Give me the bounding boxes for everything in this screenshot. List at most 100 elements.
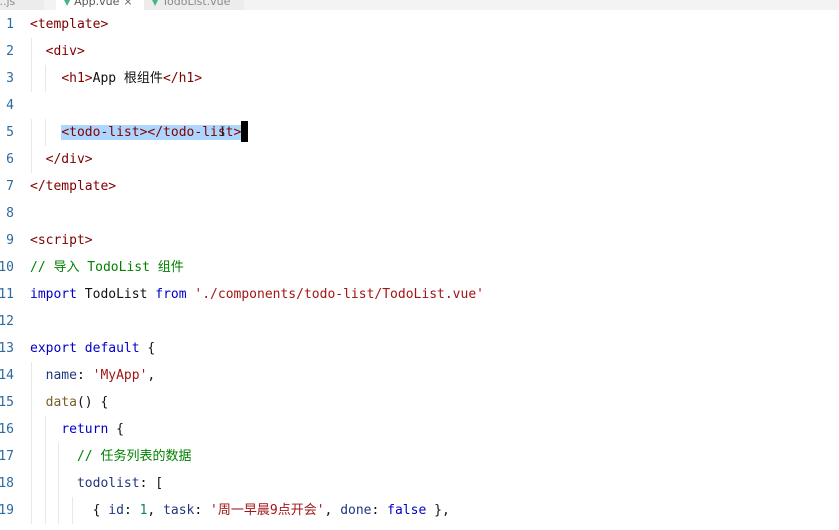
code-line[interactable]: 3 <h1>App 根组件</h1> bbox=[0, 65, 839, 92]
code-token: : bbox=[194, 503, 211, 518]
code-token: <h1> bbox=[61, 71, 93, 86]
code-text: <todo-list></todo-list> bbox=[30, 119, 249, 146]
code-token: }, bbox=[426, 503, 450, 518]
code-text: // 导入 TodoList 组件 bbox=[30, 254, 184, 281]
line-number: 15 bbox=[0, 395, 14, 410]
text-cursor bbox=[241, 121, 249, 142]
code-token: from bbox=[155, 287, 187, 302]
code-text: export default { bbox=[30, 335, 155, 362]
code-token: return bbox=[61, 422, 109, 437]
code-line[interactable]: 11 import TodoList from './components/tod… bbox=[0, 281, 839, 308]
code-line[interactable]: 5 <todo-list></todo-list> I bbox=[0, 119, 839, 146]
code-line[interactable]: 13 export default { bbox=[0, 335, 839, 362]
line-number: 11 bbox=[0, 287, 14, 302]
code-token: task bbox=[163, 503, 195, 518]
tab-bar: ...js ▼App.vue× ▼TodoList.vue bbox=[0, 0, 839, 10]
code-token: , bbox=[324, 503, 341, 518]
code-text: <div> bbox=[30, 38, 85, 65]
code-text: data() { bbox=[30, 389, 109, 416]
code-line[interactable]: 7 </template> bbox=[0, 173, 839, 200]
code-token: () { bbox=[76, 395, 109, 410]
code-token: default bbox=[84, 341, 140, 356]
code-token: </template> bbox=[30, 179, 117, 194]
code-token: <script> bbox=[30, 233, 93, 248]
code-text: </div> bbox=[30, 146, 93, 173]
code-line[interactable]: 14 name: 'MyApp', bbox=[0, 362, 839, 389]
code-token: : [ bbox=[139, 476, 164, 491]
code-token: <template> bbox=[30, 17, 109, 32]
code-line[interactable]: 9 <script> bbox=[0, 227, 839, 254]
code-text: <script> bbox=[30, 227, 93, 254]
code-token: { bbox=[92, 503, 109, 518]
line-number: 18 bbox=[0, 476, 14, 491]
code-token: </h1> bbox=[162, 71, 203, 86]
tab-todolist-vue[interactable]: ▼ TodoList.vue bbox=[144, 0, 244, 10]
vue-icon: ▼ bbox=[64, 0, 71, 7]
code-line[interactable]: 4 bbox=[0, 92, 839, 119]
code-token: { bbox=[108, 422, 124, 437]
code-token: '周一早晨9点开会' bbox=[210, 503, 325, 518]
code-token: 'MyApp' bbox=[92, 368, 148, 383]
line-number: 17 bbox=[0, 449, 14, 464]
code-line[interactable]: 2 <div> bbox=[0, 38, 839, 65]
line-number: 1 bbox=[6, 17, 14, 32]
line-number: 7 bbox=[6, 179, 14, 194]
selected-text: <todo-list></todo-list> bbox=[61, 125, 242, 140]
tab-label: ...js bbox=[0, 0, 16, 8]
code-token: import bbox=[30, 287, 77, 302]
tab-main-js[interactable]: ...js bbox=[0, 0, 44, 10]
code-line[interactable]: 15 data() { bbox=[0, 389, 839, 416]
code-line[interactable]: 17 // 任务列表的数据 bbox=[0, 443, 839, 470]
code-token: './components/todo-list/TodoList.vue' bbox=[194, 287, 484, 302]
ibeam-cursor-icon: I bbox=[220, 125, 226, 140]
code-line[interactable]: 8 bbox=[0, 200, 839, 227]
code-editor[interactable]: 1 <template> 2 <div> 3 <h1>App 根组件</h1> 4 5 <… bbox=[0, 10, 839, 530]
code-line[interactable]: 6 </div> bbox=[0, 146, 839, 173]
code-text: return { bbox=[30, 416, 124, 443]
close-icon[interactable]: × bbox=[123, 0, 132, 8]
line-number: 16 bbox=[0, 422, 14, 437]
line-number: 6 bbox=[6, 152, 14, 167]
code-line[interactable]: 18 todolist: [ bbox=[0, 470, 839, 497]
code-line[interactable]: 19 { id: 1, task: '周一早晨9点开会', done: fals… bbox=[0, 497, 839, 524]
code-token: done bbox=[340, 503, 372, 518]
code-token: { bbox=[139, 341, 156, 356]
code-text: name: 'MyApp', bbox=[30, 362, 156, 389]
code-line[interactable]: 12 bbox=[0, 308, 839, 335]
code-token: App 根组件 bbox=[92, 71, 163, 86]
code-token: TodoList bbox=[76, 287, 156, 302]
tab-label: TodoList.vue bbox=[162, 0, 231, 8]
line-number: 19 bbox=[0, 503, 14, 518]
code-token: false bbox=[387, 503, 427, 518]
code-text: import TodoList from './components/todo-… bbox=[30, 281, 484, 308]
line-number: 13 bbox=[0, 341, 14, 356]
vue-icon: ▼ bbox=[152, 0, 159, 7]
code-line[interactable]: 10 // 导入 TodoList 组件 bbox=[0, 254, 839, 281]
line-number: 8 bbox=[6, 206, 14, 221]
line-number: 5 bbox=[6, 125, 14, 140]
line-number: 14 bbox=[0, 368, 14, 383]
code-token: , bbox=[147, 368, 156, 383]
tab-app-vue[interactable]: ▼ App.vue × bbox=[56, 0, 144, 10]
line-number: 12 bbox=[0, 314, 14, 329]
tab-label: App.vue bbox=[74, 0, 120, 8]
code-text: </template> bbox=[30, 173, 116, 200]
code-token: : bbox=[76, 368, 93, 383]
line-number: 10 bbox=[0, 260, 14, 275]
code-line[interactable]: 1 <template> bbox=[0, 11, 839, 38]
line-number: 4 bbox=[6, 98, 14, 113]
code-line[interactable]: 16 return { bbox=[0, 416, 839, 443]
code-token: : bbox=[123, 503, 140, 518]
code-token: <div> bbox=[45, 44, 85, 59]
code-token: name bbox=[45, 368, 77, 383]
code-token: </div> bbox=[45, 152, 93, 167]
